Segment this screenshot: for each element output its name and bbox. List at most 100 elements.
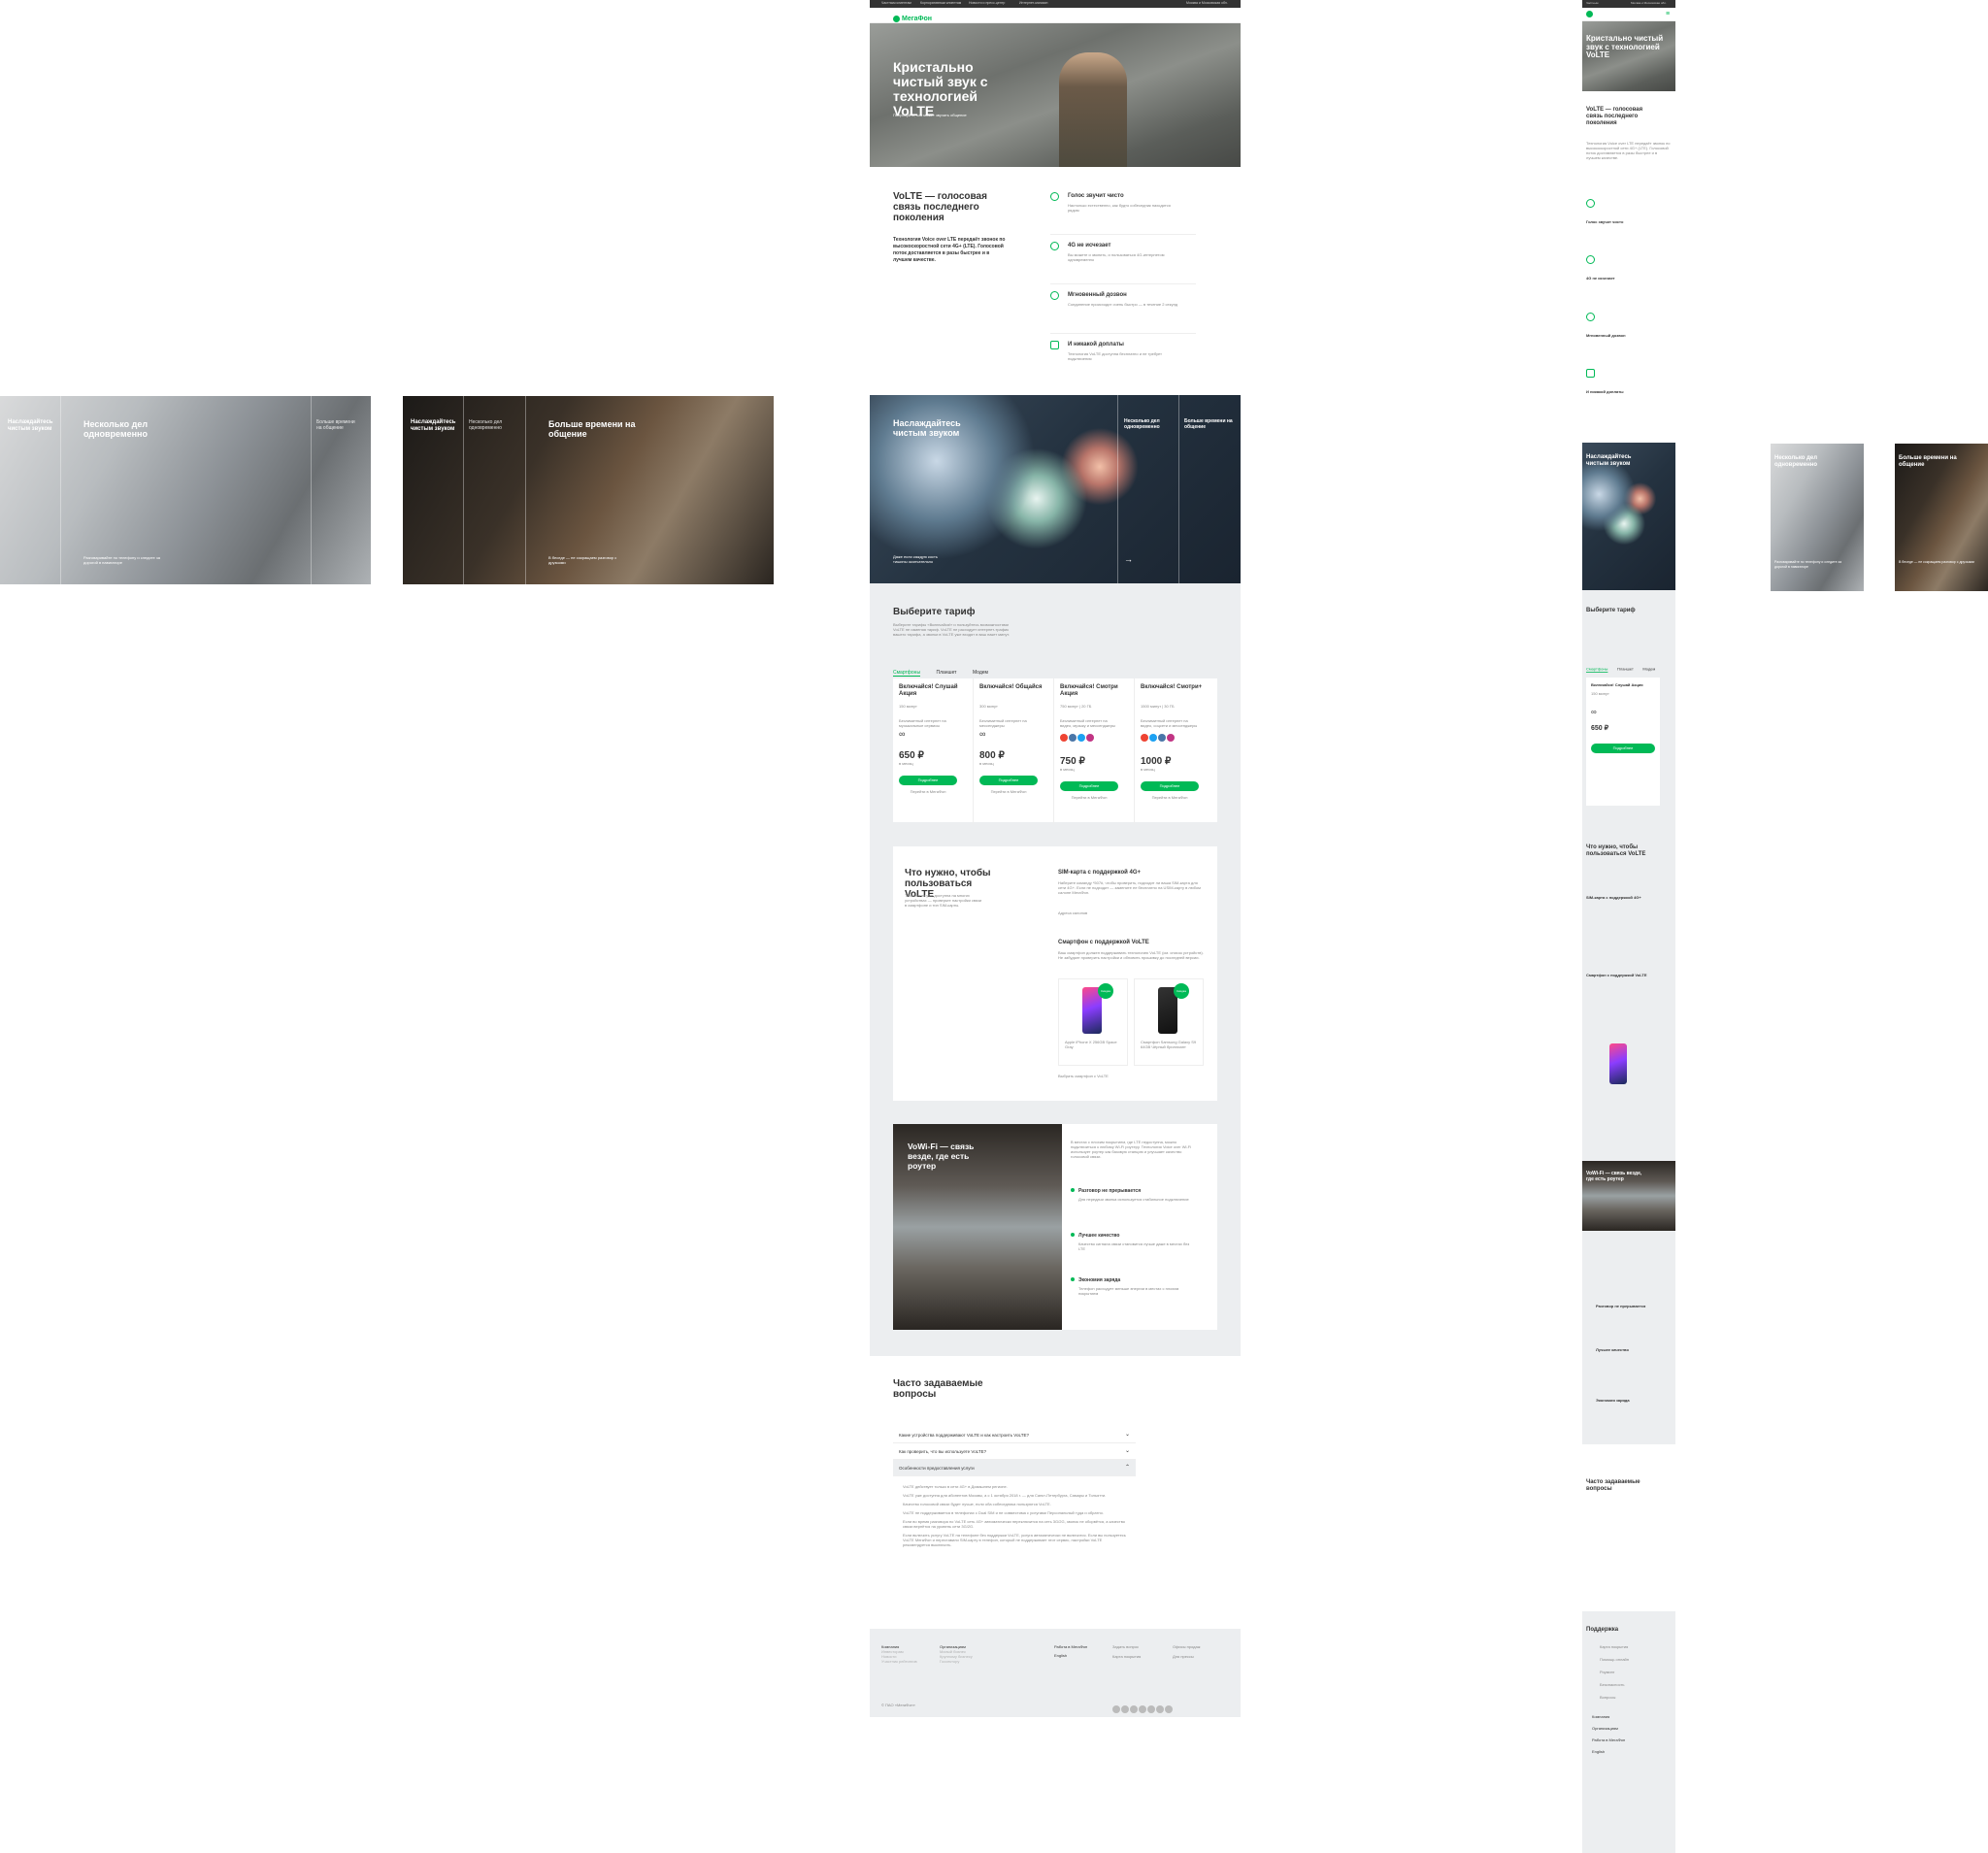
- mobile-req-title: Что нужно, чтобы пользоваться VoLTE: [1586, 844, 1646, 857]
- footer-link[interactable]: Госсектору: [940, 1659, 998, 1664]
- next-arrow-icon[interactable]: →: [1124, 554, 1133, 564]
- details-button[interactable]: Подробнее: [1141, 781, 1199, 791]
- tariff-price: 1000 ₽: [1141, 756, 1172, 767]
- faq-question-text: Как проверить, что вы используете VoLTE?: [899, 1449, 987, 1454]
- more-phones-link[interactable]: Выбрать смартфон с VoLTE: [1058, 1074, 1109, 1078]
- contact-link[interactable]: Офисы продаж: [1173, 1644, 1200, 1649]
- contact-link[interactable]: Карта покрытия: [1112, 1654, 1141, 1659]
- chevron-down-icon: ⌄: [1124, 1448, 1130, 1454]
- contact-link[interactable]: Задать вопрос: [1112, 1644, 1139, 1649]
- vk-icon[interactable]: [1112, 1705, 1120, 1713]
- faq-question[interactable]: Как проверить, что вы используете VoLTE?…: [893, 1443, 1136, 1460]
- tab-smartphones[interactable]: Смартфоны: [1586, 667, 1608, 673]
- bullet-icon: [1071, 1277, 1075, 1281]
- footer-link[interactable]: Участник рейтингов: [881, 1659, 930, 1664]
- slider-variant-1: Наслаждайтесь чистым звуком Несколько де…: [0, 396, 371, 584]
- mobile-slide-variant-1: Несколько дел одновременно Разговаривайт…: [1771, 444, 1864, 591]
- yt-icon[interactable]: [1147, 1705, 1155, 1713]
- vowifi-card: VoWi-Fi — связь везде, где есть роутер В…: [893, 1124, 1217, 1330]
- phone-name: Apple iPhone X 256GB Space Gray: [1065, 1040, 1117, 1049]
- slide-tab-3[interactable]: Больше времени на общение: [1184, 418, 1233, 430]
- tab-tablet[interactable]: Планшет: [937, 670, 957, 676]
- mobile-feature-title: И никакой доплаты: [1586, 389, 1624, 394]
- tab-smartphones[interactable]: Смартфоны: [893, 670, 921, 677]
- tariff-price: 750 ₽: [1060, 756, 1085, 767]
- contact-link[interactable]: Для прессы: [1173, 1654, 1194, 1659]
- phone-card[interactable]: Скидка Смартфон Samsung Galaxy S9 64GB Ч…: [1134, 978, 1204, 1066]
- tariff-link[interactable]: Перейти в МегаФон: [979, 789, 1038, 794]
- tariff-card[interactable]: Включайся! Общайся 300 минут Безлимитный…: [974, 678, 1054, 824]
- mobile-tariff-card[interactable]: Включайся! Слушай Акция 150 минут ∞ 650 …: [1586, 678, 1660, 806]
- footer-link[interactable]: English: [1054, 1653, 1103, 1658]
- support-title: Поддержка: [1586, 1627, 1619, 1633]
- details-button[interactable]: Подробнее: [1060, 781, 1118, 791]
- tariff-name: Включайся! Общайся: [979, 684, 1043, 690]
- 4g-icon: [1050, 242, 1059, 250]
- slide-title-2: Несколько дел одновременно: [83, 419, 149, 439]
- sim-link[interactable]: Адреса салонов: [1058, 910, 1087, 915]
- footer-link[interactable]: Компания: [1592, 1714, 1609, 1719]
- hero-title: Кристально чистый звук с технологией VoL…: [893, 59, 988, 118]
- tab-modem[interactable]: Модем: [1642, 667, 1655, 672]
- top-link-2[interactable]: Корпоративным клиентам: [920, 1, 961, 5]
- support-item[interactable]: Безопасность: [1600, 1682, 1625, 1687]
- footer-link[interactable]: English: [1592, 1749, 1605, 1754]
- faq-answer-item: Качество голосовой связи будет лучше, ес…: [903, 1502, 1051, 1506]
- mobile-region-select[interactable]: Москва и Московская обл.: [1631, 1, 1667, 5]
- footer-link[interactable]: Организациям: [1592, 1726, 1618, 1731]
- support-item[interactable]: Карта покрытия: [1600, 1644, 1628, 1649]
- mobile-page: Частным Москва и Московская обл. ≡ Крист…: [1582, 0, 1675, 1853]
- infinity-icon: ∞: [979, 729, 986, 739]
- feature-voice: Голос звучит чисто Настолько естественно…: [1050, 190, 1196, 235]
- feature-text: Технология VoLTE доступна бесплатно и не…: [1068, 351, 1162, 361]
- calendar-icon: [1586, 369, 1595, 378]
- faq-question-text: Какие устройства поддерживают VoLTE и ка…: [899, 1433, 1029, 1438]
- faq-question[interactable]: Особенности предоставления услуги ⌃: [893, 1460, 1136, 1476]
- mobile-sim-title: SIM-карта с поддержкой 4G+: [1586, 895, 1641, 900]
- support-item[interactable]: Вопросы: [1600, 1695, 1615, 1700]
- tariff-card[interactable]: Включайся! Смотри+ 1500 минут | 30 ГБ Бе…: [1135, 678, 1215, 824]
- details-button[interactable]: Подробнее: [1591, 744, 1655, 753]
- logo-icon: [893, 16, 900, 23]
- ig-icon[interactable]: [1165, 1705, 1173, 1713]
- top-link-1[interactable]: Частным клиентам: [881, 1, 911, 5]
- top-link-4[interactable]: Интернет-магазин: [1019, 1, 1047, 5]
- faq-answer-item: VoLTE не поддерживается в телефонах с Du…: [903, 1510, 1104, 1515]
- slide-text: Разговаривайте по телефону и следите за …: [1774, 560, 1842, 569]
- vowifi-point: Лучшее качество Качество сигнала связи с…: [1071, 1233, 1197, 1251]
- slide-tab-2[interactable]: Несколько дел одновременно: [1124, 418, 1173, 430]
- top-link-3[interactable]: Новости и пресс-центр: [969, 1, 1005, 5]
- feature-4g: 4G не исчезает Вы можете и звонить, и по…: [1050, 240, 1196, 284]
- tariff-name: Включайся! Смотри+: [1141, 684, 1203, 690]
- tariff-name: Включайся! Слушай Акция: [1591, 682, 1643, 687]
- footer-link[interactable]: Работа в МегаФон: [1592, 1737, 1625, 1742]
- logo-icon[interactable]: [1586, 11, 1593, 17]
- region-select[interactable]: Москва и Московская обл.: [1186, 1, 1228, 5]
- footer-col-title[interactable]: Работа в МегаФон: [1054, 1644, 1103, 1649]
- fb-icon[interactable]: [1130, 1705, 1138, 1713]
- tariff-card[interactable]: Включайся! Слушай Акция 150 минут Безлим…: [893, 678, 974, 824]
- faq-list: Какие устройства поддерживают VoLTE и ка…: [893, 1427, 1136, 1555]
- tab-modem[interactable]: Модем: [973, 670, 988, 676]
- intro-title: VoLTE — голосовая связь последнего покол…: [893, 191, 987, 223]
- support-item[interactable]: Роуминг: [1600, 1670, 1614, 1674]
- mobile-point: Экономия заряда: [1596, 1398, 1630, 1403]
- tariff-link[interactable]: Перейти в МегаФон: [899, 789, 957, 794]
- details-button[interactable]: Подробнее: [899, 776, 957, 785]
- mobile-hero: Кристально чистый звук с технологией VoL…: [1582, 21, 1675, 91]
- faq-question[interactable]: Какие устройства поддерживают VoLTE и ка…: [893, 1427, 1136, 1443]
- tariff-link[interactable]: Перейти в МегаФон: [1060, 795, 1118, 800]
- tariff-link[interactable]: Перейти в МегаФон: [1141, 795, 1199, 800]
- tab-tablet[interactable]: Планшет: [1617, 667, 1634, 672]
- tw-icon[interactable]: [1139, 1705, 1146, 1713]
- menu-icon[interactable]: ≡: [1666, 11, 1670, 17]
- tariff-card[interactable]: Включайся! Смотри Акция 750 минут | 20 Г…: [1054, 678, 1135, 824]
- header: МегаФон: [870, 8, 1241, 23]
- ok-icon[interactable]: [1121, 1705, 1129, 1713]
- support-item[interactable]: Помощь онлайн: [1600, 1657, 1629, 1662]
- slide-title-1: Наслаждайтесь чистым звуком: [8, 419, 53, 432]
- phone-card[interactable]: Скидка Apple iPhone X 256GB Space Gray: [1058, 978, 1128, 1066]
- details-button[interactable]: Подробнее: [979, 776, 1038, 785]
- tg-icon[interactable]: [1156, 1705, 1164, 1713]
- mobile-top-link[interactable]: Частным: [1586, 1, 1598, 5]
